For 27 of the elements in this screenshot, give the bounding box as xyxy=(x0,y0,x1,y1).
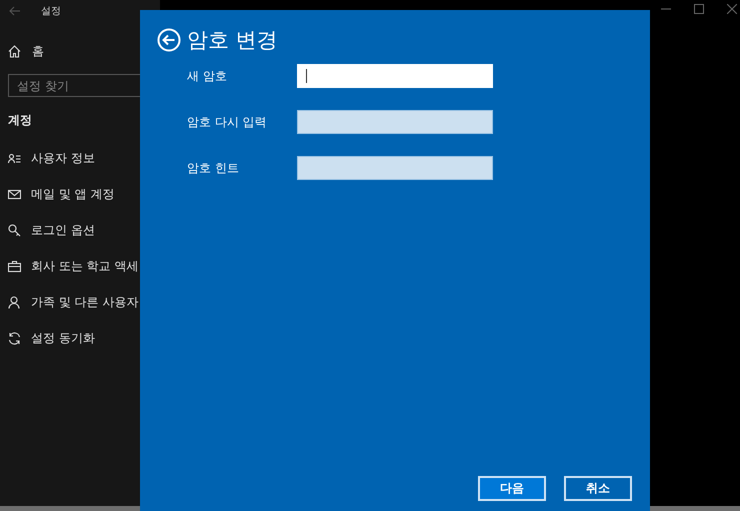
sidebar-item[interactable]: 가족 및 다른 사용자 xyxy=(8,284,160,320)
close-icon[interactable] xyxy=(727,4,737,14)
sidebar-item[interactable]: 로그인 옵션 xyxy=(8,212,160,248)
next-button[interactable]: 다음 xyxy=(478,476,546,501)
sidebar-item[interactable]: 사용자 정보 xyxy=(8,140,160,176)
back-arrow-icon[interactable] xyxy=(9,6,21,16)
briefcase-icon xyxy=(8,260,21,272)
password-field[interactable] xyxy=(297,156,493,180)
sidebar-item[interactable]: 회사 또는 학교 액세 xyxy=(8,248,160,284)
field-label: 새 암호 xyxy=(187,68,228,84)
home-nav-item[interactable]: 홈 xyxy=(8,41,160,61)
field-label: 암호 힌트 xyxy=(187,160,240,176)
sidebar-item[interactable]: 설정 동기화 xyxy=(8,320,160,356)
field-label: 암호 다시 입력 xyxy=(187,114,268,130)
cancel-button[interactable]: 취소 xyxy=(564,476,632,501)
maximize-icon[interactable] xyxy=(694,4,704,14)
sync-icon xyxy=(8,332,21,344)
person-card-icon xyxy=(8,152,21,164)
window-title: 설정 xyxy=(41,5,61,18)
home-icon xyxy=(8,44,21,58)
section-heading: 계정 xyxy=(8,112,33,128)
password-field[interactable] xyxy=(297,110,493,134)
dialog-title: 암호 변경 xyxy=(187,27,278,54)
person-icon xyxy=(8,296,21,308)
sidebar-item[interactable]: 메일 및 앱 계정 xyxy=(8,176,160,212)
mail-icon xyxy=(8,188,21,200)
key-icon xyxy=(8,224,21,236)
